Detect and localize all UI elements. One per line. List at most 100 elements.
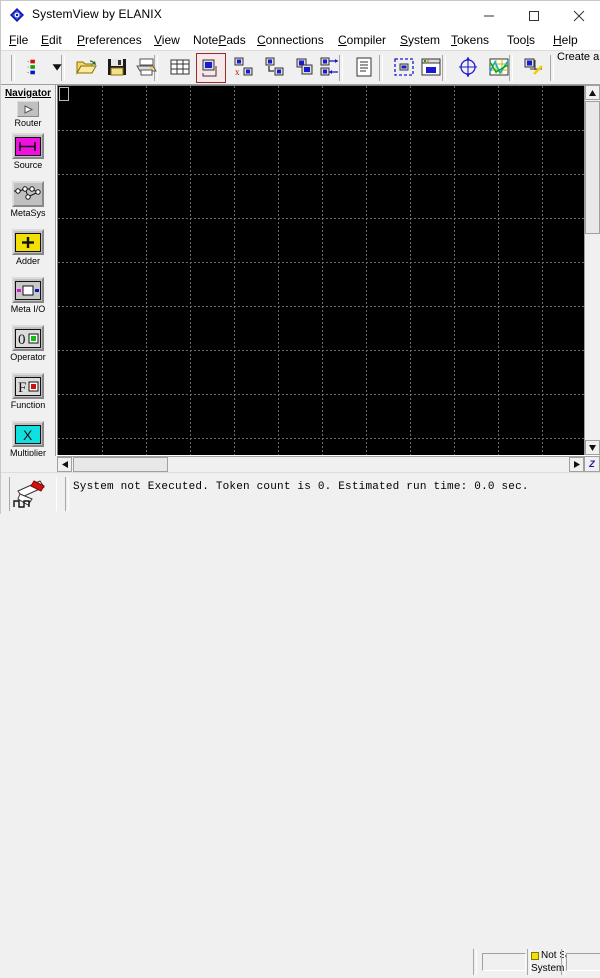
save-button[interactable]: [102, 53, 132, 83]
operator-zero-icon[interactable]: 0: [12, 325, 44, 351]
grid-line-horizontal: [58, 130, 584, 131]
menu-file[interactable]: File: [9, 32, 28, 48]
status-divider-2: [473, 949, 477, 975]
new-token-button[interactable]: [196, 53, 226, 83]
router-play-icon[interactable]: [17, 101, 39, 117]
scroll-left-button[interactable]: [57, 457, 72, 472]
grid-line-vertical: [102, 86, 103, 455]
status-message: System not Executed. Token count is 0. E…: [73, 481, 529, 493]
grid-button[interactable]: [165, 53, 195, 83]
token-move-icon: [259, 53, 289, 78]
palette-item-function[interactable]: FFunction: [1, 373, 55, 411]
select-region-button[interactable]: [389, 53, 419, 83]
create-a-label: Create a: [557, 51, 600, 64]
plot-graph-icon: [484, 53, 514, 78]
grid-line-vertical: [190, 86, 191, 455]
grid-line-vertical: [234, 86, 235, 455]
grid-line-horizontal: [58, 394, 584, 395]
palette-item-label: MetaSys: [1, 208, 55, 219]
palette-item-router[interactable]: Router: [1, 101, 55, 129]
scrollbar-corner: [1, 456, 57, 472]
window-button[interactable]: [416, 53, 446, 83]
canvas-grid[interactable]: [58, 86, 584, 455]
delete-token-button[interactable]: x: [228, 53, 258, 83]
plot-button[interactable]: [484, 53, 514, 83]
menu-notepads[interactable]: NotePads: [193, 32, 246, 48]
analysis-button[interactable]: [454, 53, 484, 83]
palette-item-label: Adder: [1, 256, 55, 267]
menu-bar: File Edit Preferences View NotePads Connectio…: [1, 30, 600, 50]
adder-plus-yellow-icon[interactable]: [12, 229, 44, 255]
menu-edit[interactable]: Edit: [41, 32, 62, 48]
menu-help[interactable]: Help: [553, 32, 578, 48]
menu-preferences[interactable]: Preferences: [77, 32, 142, 48]
metasys-network-icon[interactable]: [12, 181, 44, 207]
palette-item-metasys[interactable]: MetaSys: [1, 181, 55, 219]
multiplier-x-cyan-icon[interactable]: X: [12, 421, 44, 447]
function-f-icon[interactable]: F: [12, 373, 44, 399]
grid-line-vertical: [322, 86, 323, 455]
canvas-cursor-marker: [59, 87, 69, 101]
token-wand-icon: [518, 53, 548, 78]
status-divider-4: [561, 949, 565, 975]
open-button[interactable]: [71, 53, 101, 83]
palette-item-multiplier[interactable]: XMultiplier: [1, 421, 55, 459]
dropdown-arrow-button[interactable]: [43, 53, 73, 83]
chevron-down-icon: [43, 53, 73, 78]
move-token-button[interactable]: [259, 53, 289, 83]
print-button[interactable]: [131, 53, 161, 83]
palette-item-operator[interactable]: 0Operator: [1, 325, 55, 363]
scroll-down-button[interactable]: [585, 440, 600, 455]
status-indicator-square: [531, 952, 539, 960]
notes-button[interactable]: [349, 53, 379, 83]
source-magenta-icon[interactable]: [12, 133, 44, 159]
svg-text:0: 0: [18, 332, 26, 348]
menu-compiler[interactable]: Compiler: [338, 32, 386, 48]
menu-view[interactable]: View: [154, 32, 180, 48]
design-canvas[interactable]: [57, 85, 584, 455]
menu-tokens[interactable]: Tokens: [451, 32, 489, 48]
grid-line-horizontal: [58, 262, 584, 263]
menu-system[interactable]: System: [400, 32, 440, 48]
toolbar-separator: [11, 55, 15, 81]
grid-line-horizontal: [58, 350, 584, 351]
palette-item-source[interactable]: Source: [1, 133, 55, 171]
palette-item-label: Source: [1, 160, 55, 171]
svg-text:F: F: [18, 380, 26, 396]
scroll-right-button[interactable]: [569, 457, 584, 472]
menu-connections[interactable]: Connections: [257, 32, 324, 48]
marquee-select-icon: [389, 53, 419, 78]
palette-item-meta-i-o[interactable]: Meta I/O: [1, 277, 55, 315]
grid-line-vertical: [278, 86, 279, 455]
menu-tools[interactable]: Tools: [507, 32, 535, 48]
palette-item-adder[interactable]: Adder: [1, 229, 55, 267]
floppy-disk-icon: [102, 53, 132, 78]
status-bar: System not Executed. Token count is 0. E…: [1, 472, 600, 514]
status-badge-line2: System: [531, 963, 564, 974]
meta-io-icon[interactable]: [12, 277, 44, 303]
vertical-scroll-thumb[interactable]: [585, 101, 600, 234]
wand-token-button[interactable]: [518, 53, 548, 83]
horizontal-scrollbar[interactable]: [57, 456, 584, 472]
status-divider: [65, 477, 69, 511]
vertical-scrollbar[interactable]: [584, 85, 600, 455]
connect-token-button[interactable]: [314, 53, 344, 83]
horizontal-scroll-thumb[interactable]: [73, 457, 168, 472]
window-title: SystemView by ELANIX: [32, 7, 162, 21]
zoom-button[interactable]: Z: [584, 456, 600, 472]
minimize-button[interactable]: [466, 1, 511, 30]
scroll-up-button[interactable]: [585, 85, 600, 100]
toolbar-separator: [550, 55, 554, 81]
grid-table-icon: [165, 53, 195, 78]
close-button[interactable]: [556, 1, 600, 30]
status-badge: Not S System: [531, 950, 565, 978]
toolbar: x: [1, 50, 600, 85]
document-lines-icon: [349, 53, 379, 78]
maximize-button[interactable]: [511, 1, 556, 30]
navigator-sidebar: Navigator RouterSourceMetaSysAdderMeta I…: [1, 85, 56, 468]
status-field-1[interactable]: [482, 953, 526, 971]
status-field-2[interactable]: [566, 953, 600, 971]
pen-waveform-icon[interactable]: [9, 477, 57, 511]
toolbar-separator: [379, 55, 383, 81]
grid-line-vertical: [410, 86, 411, 455]
